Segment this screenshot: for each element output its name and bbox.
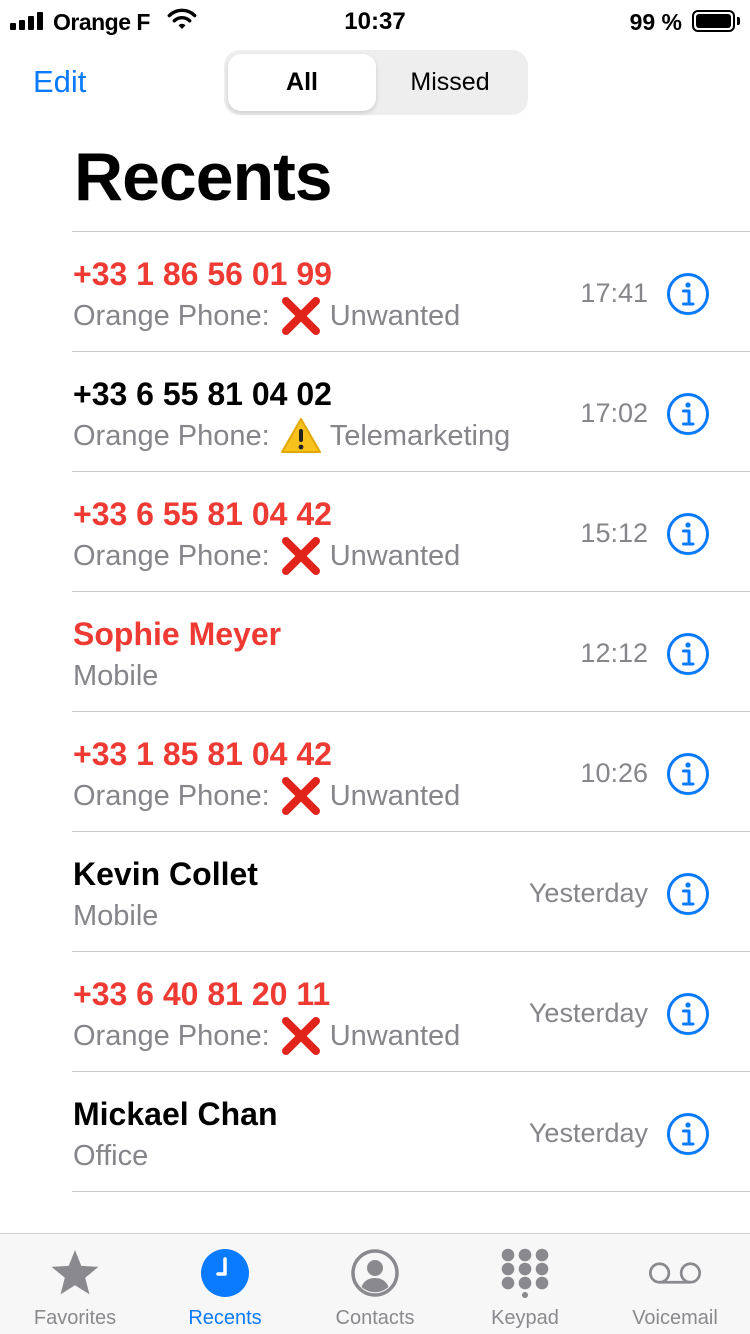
caller-name: +33 1 86 56 01 99 [73, 256, 332, 292]
spam-category: Telemarketing [329, 419, 511, 452]
call-time: Yesterday [528, 998, 648, 1028]
segment-all[interactable]: All [228, 54, 376, 111]
segment-missed[interactable]: Missed [376, 54, 524, 111]
tab-label-voicemail: Voicemail [632, 1307, 718, 1329]
call-label: Orange Phone: [73, 419, 270, 452]
star-icon [48, 1246, 102, 1300]
call-subtitle: Orange Phone: Unwanted [73, 775, 461, 817]
info-icon[interactable] [666, 752, 710, 796]
tab-label-contacts: Contacts [335, 1307, 415, 1329]
info-icon[interactable] [666, 392, 710, 436]
info-icon[interactable] [666, 992, 710, 1036]
tab-recents[interactable]: Recents [150, 1234, 300, 1334]
recents-list: +33 1 86 56 01 99 Orange Phone: Unwanted 17… [72, 231, 750, 1192]
caller-name: +33 1 85 81 04 42 [73, 736, 332, 772]
call-time: Yesterday [528, 878, 648, 908]
call-subtitle: Orange Phone: Telemarketing [73, 418, 510, 454]
voicemail-icon [648, 1246, 702, 1300]
call-time: 15:12 [580, 518, 648, 548]
call-subtitle: Orange Phone: Unwanted [73, 1015, 461, 1057]
call-label: Orange Phone: [73, 1019, 270, 1052]
tab-keypad[interactable]: Keypad [450, 1234, 600, 1334]
red-cross-icon [280, 535, 322, 577]
battery-percentage: 99 % [629, 9, 682, 35]
tab-contacts[interactable]: Contacts [300, 1234, 450, 1334]
caller-name: Kevin Collet [73, 856, 258, 892]
call-row[interactable]: Kevin Collet Mobile Yesterday [72, 832, 750, 952]
caller-name: Mickael Chan [73, 1096, 278, 1132]
call-row[interactable]: +33 6 40 81 20 11 Orange Phone: Unwanted Ye… [72, 952, 750, 1072]
tab-voicemail[interactable]: Voicemail [600, 1234, 750, 1334]
call-label: Office [73, 1139, 149, 1172]
spam-category: Unwanted [329, 299, 461, 332]
call-subtitle: Mobile [73, 898, 158, 934]
call-row[interactable]: +33 1 85 81 04 42 Orange Phone: Unwanted 10… [72, 712, 750, 832]
call-label: Orange Phone: [73, 299, 270, 332]
info-icon[interactable] [666, 1112, 710, 1156]
battery-icon [692, 10, 740, 32]
spam-category: Unwanted [329, 779, 461, 812]
recents-filter-segmented-control: All Missed [224, 50, 528, 115]
call-row[interactable]: +33 6 55 81 04 02 Orange Phone: Telemarket… [72, 352, 750, 472]
call-time: 10:26 [580, 758, 648, 788]
caller-name: +33 6 55 81 04 02 [73, 376, 332, 412]
info-icon[interactable] [666, 632, 710, 676]
edit-button[interactable]: Edit [33, 64, 86, 100]
red-cross-icon [280, 1015, 322, 1057]
spam-category: Unwanted [329, 539, 461, 572]
caller-name: +33 6 40 81 20 11 [73, 976, 331, 1012]
status-bar: Orange F 10:37 99 % [0, 0, 750, 44]
page-title: Recents [74, 139, 333, 215]
call-row[interactable]: +33 1 86 56 01 99 Orange Phone: Unwanted 17… [72, 232, 750, 352]
warning-icon [280, 417, 322, 455]
call-time: 17:02 [580, 398, 648, 428]
call-label: Mobile [73, 659, 159, 692]
call-row[interactable]: Sophie Meyer Mobile 12:12 [72, 592, 750, 712]
tab-label-recents: Recents [188, 1307, 262, 1329]
call-label: Mobile [73, 899, 159, 932]
call-subtitle: Mobile [73, 658, 158, 694]
info-icon[interactable] [666, 512, 710, 556]
tab-bar: Favorites Recents Contacts Keypad Voicem… [0, 1233, 750, 1334]
call-row[interactable]: Mickael Chan Office Yesterday [72, 1072, 750, 1192]
tab-favorites[interactable]: Favorites [0, 1234, 150, 1334]
call-row[interactable]: +33 6 55 81 04 42 Orange Phone: Unwanted 15… [72, 472, 750, 592]
info-icon[interactable] [666, 872, 710, 916]
red-cross-icon [280, 775, 322, 817]
call-subtitle: Orange Phone: Unwanted [73, 295, 461, 337]
spam-category: Unwanted [329, 1019, 461, 1052]
call-subtitle: Orange Phone: Unwanted [73, 535, 461, 577]
caller-name: Sophie Meyer [73, 616, 282, 652]
call-label: Orange Phone: [73, 539, 270, 572]
call-label: Orange Phone: [73, 779, 270, 812]
call-subtitle: Office [73, 1138, 148, 1174]
keypad-icon [498, 1246, 552, 1300]
caller-name: +33 6 55 81 04 42 [73, 496, 332, 532]
info-icon[interactable] [666, 272, 710, 316]
call-time: 17:41 [580, 278, 648, 308]
clock-icon [198, 1246, 252, 1300]
tab-label-favorites: Favorites [33, 1307, 117, 1329]
red-cross-icon [280, 295, 322, 337]
call-time: Yesterday [528, 1118, 648, 1148]
call-time: 12:12 [580, 638, 648, 668]
person-circle-icon [348, 1246, 402, 1300]
tab-label-keypad: Keypad [491, 1307, 559, 1329]
